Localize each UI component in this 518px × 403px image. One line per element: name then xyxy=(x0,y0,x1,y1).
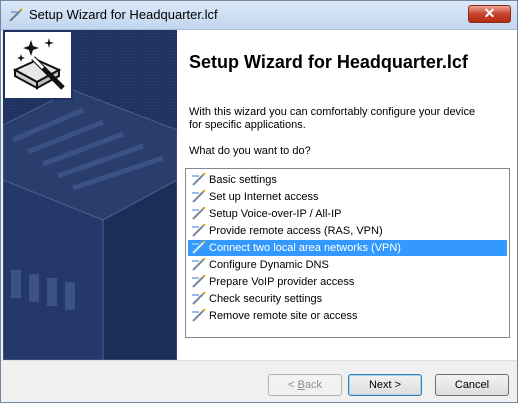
wizard-window: Setup Wizard for Headquarter.lcf ✕ Setup… xyxy=(0,0,518,403)
wand-icon xyxy=(192,309,206,322)
close-icon: ✕ xyxy=(483,5,496,21)
wand-icon xyxy=(192,258,206,271)
question-text: What do you want to do? xyxy=(189,145,311,157)
wand-icon xyxy=(9,8,23,22)
option-label: Provide remote access (RAS, VPN) xyxy=(209,225,383,237)
window-title: Setup Wizard for Headquarter.lcf xyxy=(29,7,218,22)
mnemonic-letter: B xyxy=(297,379,305,391)
option-label: Prepare VoIP provider access xyxy=(209,276,355,288)
option-voip-allip[interactable]: Setup Voice-over-IP / All-IP xyxy=(188,206,507,222)
wand-icon xyxy=(192,173,206,186)
intro-text: With this wizard you can comfortably con… xyxy=(189,106,476,131)
option-label: Basic settings xyxy=(209,174,277,186)
wand-icon xyxy=(192,224,206,237)
button-bar: < Back Next > Cancel xyxy=(1,360,517,402)
option-label: Connect two local area networks (VPN) xyxy=(209,242,401,254)
wand-icon xyxy=(192,292,206,305)
option-voip-provider[interactable]: Prepare VoIP provider access xyxy=(188,274,507,290)
wizard-content: Setup Wizard for Headquarter.lcf With th… xyxy=(177,30,517,360)
option-label: Set up Internet access xyxy=(209,191,319,203)
option-label: Setup Voice-over-IP / All-IP xyxy=(209,208,342,220)
title-bar[interactable]: Setup Wizard for Headquarter.lcf ✕ xyxy=(1,1,517,30)
next-button[interactable]: Next > xyxy=(348,374,422,396)
option-security-settings[interactable]: Check security settings xyxy=(188,291,507,307)
wizard-wand-logo-icon xyxy=(3,30,73,100)
cancel-button[interactable]: Cancel xyxy=(435,374,509,396)
option-remove-remote[interactable]: Remove remote site or access xyxy=(188,308,507,324)
page-title: Setup Wizard for Headquarter.lcf xyxy=(189,52,468,72)
options-listbox[interactable]: Basic settings Set up Internet access Se… xyxy=(185,168,510,338)
wand-icon xyxy=(192,190,206,203)
back-label: < Back xyxy=(288,379,322,391)
option-connect-lans[interactable]: Connect two local area networks (VPN) xyxy=(188,240,507,256)
option-label: Remove remote site or access xyxy=(209,310,358,322)
wand-icon xyxy=(192,241,206,254)
wizard-side-panel xyxy=(3,30,177,360)
wand-icon xyxy=(192,207,206,220)
wand-icon xyxy=(192,275,206,288)
option-label: Configure Dynamic DNS xyxy=(209,259,329,271)
option-basic-settings[interactable]: Basic settings xyxy=(188,172,507,188)
option-internet-access[interactable]: Set up Internet access xyxy=(188,189,507,205)
option-remote-access[interactable]: Provide remote access (RAS, VPN) xyxy=(188,223,507,239)
option-label: Check security settings xyxy=(209,293,323,305)
close-button[interactable]: ✕ xyxy=(468,5,511,23)
option-dynamic-dns[interactable]: Configure Dynamic DNS xyxy=(188,257,507,273)
back-button[interactable]: < Back xyxy=(268,374,342,396)
